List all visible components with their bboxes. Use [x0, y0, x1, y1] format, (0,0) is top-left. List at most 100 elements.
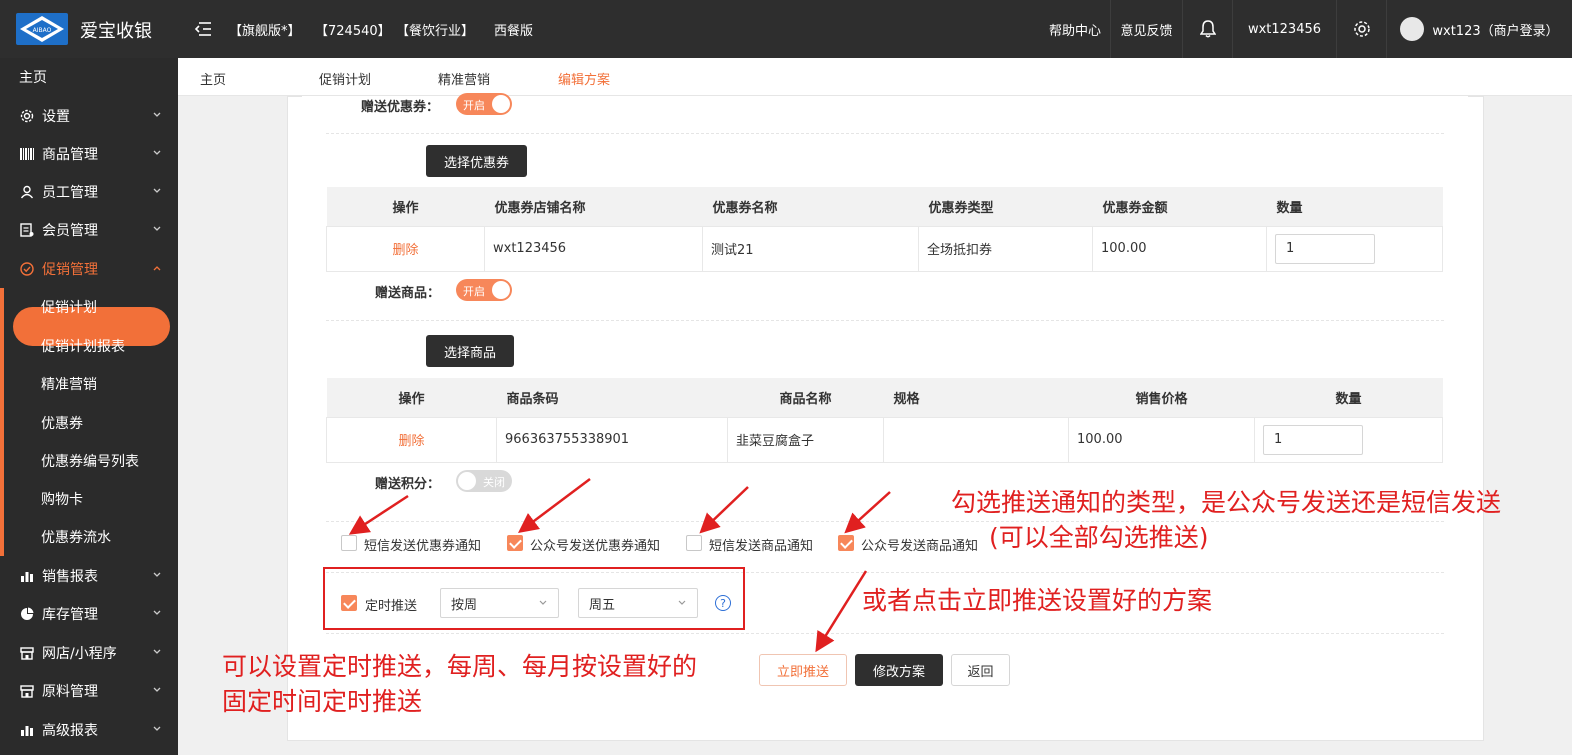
help-center-link[interactable]: 帮助中心: [1040, 0, 1110, 58]
settings-gear-icon[interactable]: [1336, 0, 1386, 58]
chevron-down-icon: [153, 572, 161, 577]
sidebar-item-advanced-report[interactable]: 高级报表: [0, 711, 178, 749]
chevron-down-icon: [153, 150, 161, 155]
wechat-goods-notify-checkbox[interactable]: [838, 535, 854, 551]
sidebar-item-members[interactable]: 会员管理: [0, 211, 178, 249]
version-label: 西餐版: [494, 24, 534, 39]
table-row: 删除 966363755338901 韭菜豆腐盒子 100.00: [326, 416, 1443, 463]
switch-knob: [458, 472, 476, 490]
delete-link[interactable]: 删除: [392, 243, 418, 258]
sidebar-subitem-coupons[interactable]: 优惠券: [0, 404, 178, 442]
member-card-icon: [19, 222, 35, 238]
sms-goods-notify-checkbox[interactable]: [686, 535, 702, 551]
gift-points-switch[interactable]: 关闭: [456, 470, 512, 492]
wechat-coupon-notify-label: 公众号发送优惠券通知: [530, 539, 661, 554]
sidebar-item-sales-report[interactable]: 销售报表: [0, 557, 178, 595]
sidebar-subitem-shopping-card[interactable]: 购物卡: [0, 480, 178, 518]
bar-chart-icon: [19, 722, 35, 738]
scheduled-push-label: 定时推送: [365, 599, 418, 614]
switch-knob: [492, 95, 510, 113]
column-header: 优惠券店铺名称: [484, 187, 703, 226]
column-header: 操作: [326, 187, 485, 226]
sidebar-item-label: 主页: [19, 70, 47, 86]
column-header: 优惠券类型: [918, 187, 1093, 226]
table-cell: wxt123456: [484, 225, 703, 272]
help-icon[interactable]: ?: [715, 595, 731, 611]
notification-bell-icon[interactable]: [1182, 0, 1232, 58]
sidebar-subitem-coupon-codes[interactable]: 优惠券编号列表: [0, 442, 178, 480]
switch-state-text: 开启: [463, 99, 485, 112]
sidebar: 主页 设置 商品管理 员工管理 会员管理 促销管理 促销计划 促销计划报表 精准…: [0, 58, 178, 755]
tab-home[interactable]: 主页: [200, 69, 226, 88]
tab-edit-plan[interactable]: 编辑方案: [558, 69, 610, 88]
wechat-coupon-notify-checkbox[interactable]: [507, 535, 523, 551]
sidebar-item-staff[interactable]: 员工管理: [0, 173, 178, 211]
sidebar-item-home[interactable]: 主页: [0, 58, 178, 96]
push-now-button[interactable]: 立即推送: [759, 654, 847, 686]
chevron-down-icon: [153, 112, 161, 117]
sidebar-subitem-precision-marketing[interactable]: 精准营销: [0, 365, 178, 403]
sidebar-subitem-promo-report[interactable]: 促销计划报表: [0, 327, 178, 365]
sidebar-item-label: 促销管理: [42, 262, 98, 278]
table-cell: [1266, 225, 1443, 272]
scheduled-push-checkbox[interactable]: [341, 595, 357, 611]
brand-logo: AIBAO: [16, 13, 68, 45]
sidebar-item-products[interactable]: 商品管理: [0, 135, 178, 173]
sidebar-subitem-coupon-flow[interactable]: 优惠券流水: [0, 518, 178, 556]
sidebar-item-label: 高级报表: [42, 723, 98, 739]
chevron-down-icon: [153, 649, 161, 654]
coupon-table: 操作 优惠券店铺名称 优惠券名称 优惠券类型 优惠券金额 数量 删除 wxt12…: [326, 187, 1443, 272]
tab-bar: 主页 促销计划 精准营销 编辑方案: [178, 58, 1572, 96]
sidebar-item-materials[interactable]: 原料管理: [0, 672, 178, 710]
chevron-down-icon: [153, 610, 161, 615]
sidebar-item-label: 会员管理: [42, 223, 98, 239]
gift-goods-switch[interactable]: 开启: [456, 279, 512, 301]
gift-goods-label: 赠送商品：: [375, 286, 441, 301]
back-button[interactable]: 返回: [951, 654, 1010, 686]
table-header-row: 操作 商品条码 商品名称 规格 销售价格 数量: [326, 378, 1443, 417]
table-cell: [1254, 416, 1443, 463]
tab-promo-plan[interactable]: 促销计划: [319, 69, 371, 88]
barcode-icon: [19, 146, 35, 162]
sidebar-item-inventory[interactable]: 库存管理: [0, 595, 178, 633]
account-id-label: 【724540】: [315, 24, 391, 39]
menu-toggle-icon[interactable]: [194, 20, 212, 38]
chevron-up-icon: [153, 266, 161, 271]
edition-label: 【旗舰版*】: [229, 24, 301, 39]
annotation-notify-line1: 勾选推送通知的类型，是公众号发送还是短信发送: [951, 488, 1502, 517]
wechat-goods-notify-label: 公众号发送商品通知: [861, 539, 979, 554]
schedule-day-select[interactable]: 周五: [578, 588, 698, 618]
sidebar-item-settings[interactable]: 设置: [0, 97, 178, 135]
column-header: 商品条码: [496, 378, 728, 417]
tab-precision-marketing[interactable]: 精准营销: [438, 69, 490, 88]
divider: [326, 133, 1444, 134]
sidebar-item-online-store[interactable]: 网店/小程序: [0, 634, 178, 672]
user-menu[interactable]: wxt123（商户登录）: [1386, 0, 1572, 58]
sms-coupon-notify-label: 短信发送优惠券通知: [364, 539, 482, 554]
chevron-down-icon: [153, 188, 161, 193]
modify-plan-button[interactable]: 修改方案: [855, 654, 943, 686]
select-coupon-button[interactable]: 选择优惠券: [426, 145, 527, 177]
sidebar-item-label: 商品管理: [42, 147, 98, 163]
quantity-input[interactable]: [1263, 424, 1363, 455]
user-name: wxt123（商户登录）: [1432, 23, 1559, 39]
feedback-link[interactable]: 意见反馈: [1110, 0, 1182, 58]
annotation-notify-line2: (可以全部勾选推送): [989, 523, 1209, 552]
check-circle-icon: [19, 261, 35, 277]
quantity-input[interactable]: [1275, 233, 1375, 264]
top-bar: AIBAO 爱宝收银 【旗舰版*】 【724540】 【餐饮行业】 西餐版 帮助…: [0, 0, 1572, 58]
select-goods-button[interactable]: 选择商品: [426, 335, 514, 367]
sidebar-item-label: 员工管理: [42, 185, 98, 201]
gift-coupon-label: 赠送优惠券：: [361, 100, 440, 115]
sidebar-item-promotions[interactable]: 促销管理: [0, 250, 178, 288]
schedule-period-select[interactable]: 按周: [440, 588, 559, 618]
store-name-label[interactable]: wxt123456: [1232, 0, 1336, 58]
gift-coupon-switch[interactable]: 开启: [456, 93, 512, 115]
sms-coupon-notify-checkbox[interactable]: [341, 535, 357, 551]
switch-state-text: 关闭: [483, 476, 505, 489]
delete-link[interactable]: 删除: [398, 434, 424, 449]
sidebar-subitem-promo-plan[interactable]: 促销计划: [0, 288, 178, 326]
store-icon: [19, 683, 35, 699]
table-cell: 全场抵扣券: [918, 225, 1093, 272]
chevron-down-icon: [153, 226, 161, 231]
